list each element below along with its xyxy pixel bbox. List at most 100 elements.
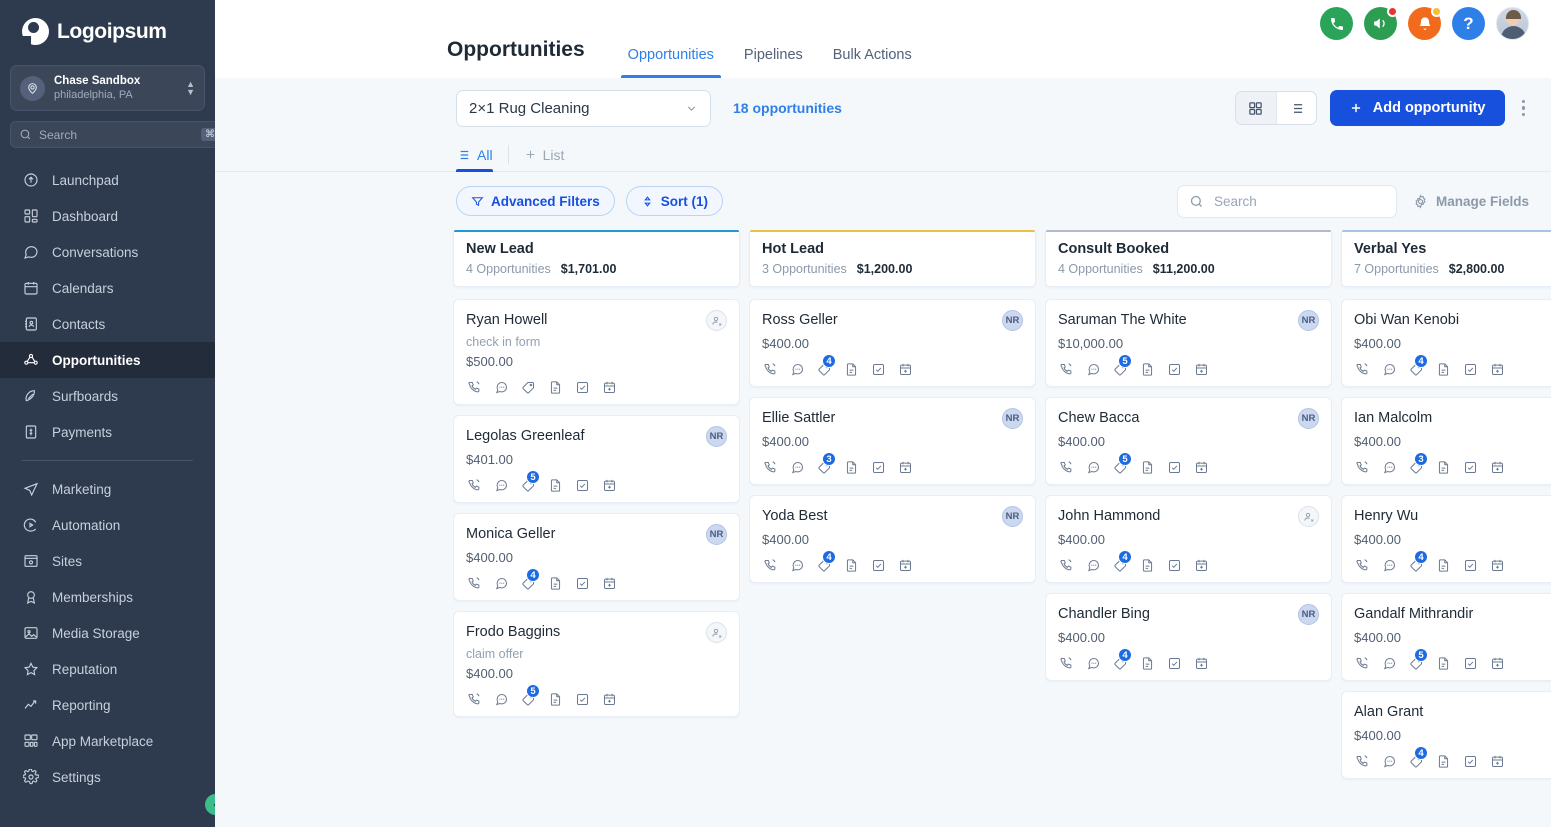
task-checkbox-icon[interactable] <box>1166 557 1182 573</box>
unassigned-icon[interactable] <box>706 622 727 643</box>
document-icon[interactable] <box>1435 557 1451 573</box>
chat-bubble-icon[interactable] <box>493 477 509 493</box>
document-icon[interactable] <box>1435 753 1451 769</box>
opportunity-card[interactable]: Gandalf Mithrandir $400.00 5 <box>1341 593 1551 681</box>
calendar-add-icon[interactable] <box>1193 459 1209 475</box>
task-checkbox-icon[interactable] <box>1462 655 1478 671</box>
assignee-initials[interactable]: NR <box>1298 310 1319 331</box>
tag-icon[interactable]: 5 <box>1112 452 1132 475</box>
tab-bulk-actions[interactable]: Bulk Actions <box>818 47 927 78</box>
phone-icon[interactable] <box>1354 655 1370 671</box>
document-icon[interactable] <box>547 379 563 395</box>
sidebar-item-app-marketplace[interactable]: App Marketplace <box>0 723 215 759</box>
view-list-button[interactable] <box>1275 92 1316 124</box>
tab-opportunities[interactable]: Opportunities <box>613 47 729 78</box>
phone-icon[interactable] <box>466 575 482 591</box>
calendar-add-icon[interactable] <box>601 379 617 395</box>
assignee-initials[interactable]: NR <box>706 426 727 447</box>
document-icon[interactable] <box>1139 557 1155 573</box>
sidebar-item-settings[interactable]: Settings <box>0 759 215 795</box>
chat-bubble-icon[interactable] <box>493 379 509 395</box>
calendar-add-icon[interactable] <box>897 361 913 377</box>
sidebar-item-sites[interactable]: Sites <box>0 543 215 579</box>
opportunity-card[interactable]: Obi Wan KenobiNR$400.004 <box>1341 299 1551 387</box>
document-icon[interactable] <box>547 691 563 707</box>
tag-icon[interactable]: 4 <box>1408 746 1428 769</box>
task-checkbox-icon[interactable] <box>1166 655 1182 671</box>
sidebar-item-conversations[interactable]: Conversations <box>0 234 215 270</box>
unassigned-icon[interactable] <box>1298 506 1319 527</box>
sidebar-item-payments[interactable]: Payments <box>0 414 215 450</box>
task-checkbox-icon[interactable] <box>574 691 590 707</box>
chat-bubble-icon[interactable] <box>789 557 805 573</box>
phone-icon[interactable] <box>762 459 778 475</box>
sidebar-item-dashboard[interactable]: Dashboard <box>0 198 215 234</box>
tag-icon[interactable]: 4 <box>1408 354 1428 377</box>
phone-icon[interactable] <box>466 477 482 493</box>
pipeline-select[interactable]: 2×1 Rug Cleaning <box>456 89 711 127</box>
phone-icon[interactable] <box>1058 361 1074 377</box>
assignee-initials[interactable]: NR <box>1002 506 1023 527</box>
tag-icon[interactable]: 4 <box>816 354 836 377</box>
manage-fields-button[interactable]: Manage Fields <box>1413 194 1529 209</box>
sidebar-item-reporting[interactable]: Reporting <box>0 687 215 723</box>
tag-icon[interactable]: 3 <box>816 452 836 475</box>
location-switcher[interactable]: Chase Sandbox philadelphia, PA ▲ ▼ <box>10 65 205 111</box>
board-search-input[interactable] <box>1213 193 1385 209</box>
opportunity-card[interactable]: Alan GrantNR$400.004 <box>1341 691 1551 779</box>
calendar-add-icon[interactable] <box>1489 753 1505 769</box>
phone-icon[interactable] <box>762 557 778 573</box>
opportunity-card[interactable]: Yoda Best NR $400.00 4 <box>749 495 1036 583</box>
megaphone-icon[interactable] <box>1364 6 1398 40</box>
task-checkbox-icon[interactable] <box>574 477 590 493</box>
calendar-add-icon[interactable] <box>601 477 617 493</box>
phone-icon[interactable] <box>1354 459 1370 475</box>
calendar-add-icon[interactable] <box>1489 557 1505 573</box>
bell-icon[interactable] <box>1408 6 1442 40</box>
sidebar-search-input[interactable] <box>39 127 194 142</box>
chat-bubble-icon[interactable] <box>1381 459 1397 475</box>
chat-bubble-icon[interactable] <box>493 691 509 707</box>
task-checkbox-icon[interactable] <box>1462 361 1478 377</box>
task-checkbox-icon[interactable] <box>1462 459 1478 475</box>
document-icon[interactable] <box>1139 459 1155 475</box>
task-checkbox-icon[interactable] <box>870 459 886 475</box>
document-icon[interactable] <box>1139 655 1155 671</box>
chat-bubble-icon[interactable] <box>1085 361 1101 377</box>
assignee-initials[interactable]: NR <box>1298 408 1319 429</box>
tag-icon[interactable]: 5 <box>520 470 540 493</box>
task-checkbox-icon[interactable] <box>1166 459 1182 475</box>
calendar-add-icon[interactable] <box>897 459 913 475</box>
document-icon[interactable] <box>843 361 859 377</box>
task-checkbox-icon[interactable] <box>1166 361 1182 377</box>
board-search[interactable] <box>1176 184 1397 218</box>
opportunity-card[interactable]: Monica Geller NR $400.00 4 <box>453 513 740 601</box>
phone-icon[interactable] <box>762 361 778 377</box>
sidebar-item-memberships[interactable]: Memberships <box>0 579 215 615</box>
tag-icon[interactable]: 4 <box>1112 648 1132 671</box>
task-checkbox-icon[interactable] <box>870 361 886 377</box>
sidebar-item-contacts[interactable]: Contacts <box>0 306 215 342</box>
tag-icon[interactable] <box>520 379 536 395</box>
list-tab-all[interactable]: All <box>456 138 493 172</box>
advanced-filters-button[interactable]: Advanced Filters <box>456 186 615 216</box>
opportunity-card[interactable]: Chew Bacca NR $400.00 5 <box>1045 397 1332 485</box>
phone-icon[interactable] <box>1354 557 1370 573</box>
assignee-initials[interactable]: NR <box>706 524 727 545</box>
chat-bubble-icon[interactable] <box>789 459 805 475</box>
document-icon[interactable] <box>1139 361 1155 377</box>
assignee-initials[interactable]: NR <box>1002 310 1023 331</box>
sidebar-item-surfboards[interactable]: Surfboards <box>0 378 215 414</box>
document-icon[interactable] <box>547 575 563 591</box>
chat-bubble-icon[interactable] <box>493 575 509 591</box>
opportunity-card[interactable]: Frodo Baggins claim offer $400.00 5 <box>453 611 740 717</box>
opportunity-card[interactable]: Henry WuNR$400.004 <box>1341 495 1551 583</box>
phone-icon[interactable] <box>1320 7 1353 40</box>
opportunity-card[interactable]: Ellie Sattler NR $400.00 3 <box>749 397 1036 485</box>
phone-icon[interactable] <box>1058 459 1074 475</box>
chat-bubble-icon[interactable] <box>1085 557 1101 573</box>
phone-icon[interactable] <box>466 379 482 395</box>
chat-bubble-icon[interactable] <box>1381 557 1397 573</box>
logo[interactable]: Logoipsum <box>0 0 215 59</box>
calendar-add-icon[interactable] <box>1489 655 1505 671</box>
